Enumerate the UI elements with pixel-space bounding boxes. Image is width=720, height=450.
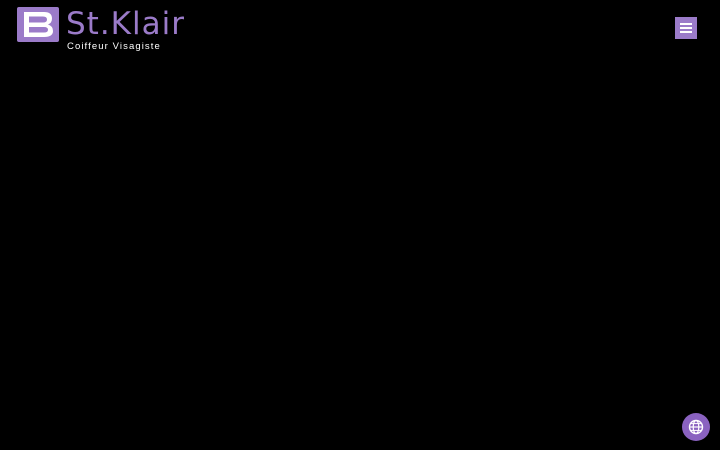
hamburger-menu-icon	[680, 23, 692, 25]
logo-b-glyph	[24, 12, 53, 37]
site-logo-link[interactable]: St.Klair Coiffeur Visagiste	[17, 6, 185, 53]
menu-button[interactable]	[675, 17, 697, 39]
logo-text: St.Klair Coiffeur Visagiste	[66, 6, 185, 53]
language-button[interactable]	[682, 413, 710, 441]
hamburger-menu-icon-bar-2	[680, 27, 692, 29]
hamburger-menu-icon-bar-3	[680, 31, 692, 33]
logo-name: St.Klair	[66, 6, 185, 42]
logo-mark	[17, 7, 59, 42]
page: St.Klair Coiffeur Visagiste	[0, 0, 720, 450]
globe-icon	[688, 419, 704, 435]
logo-tagline: Coiffeur Visagiste	[67, 41, 161, 52]
